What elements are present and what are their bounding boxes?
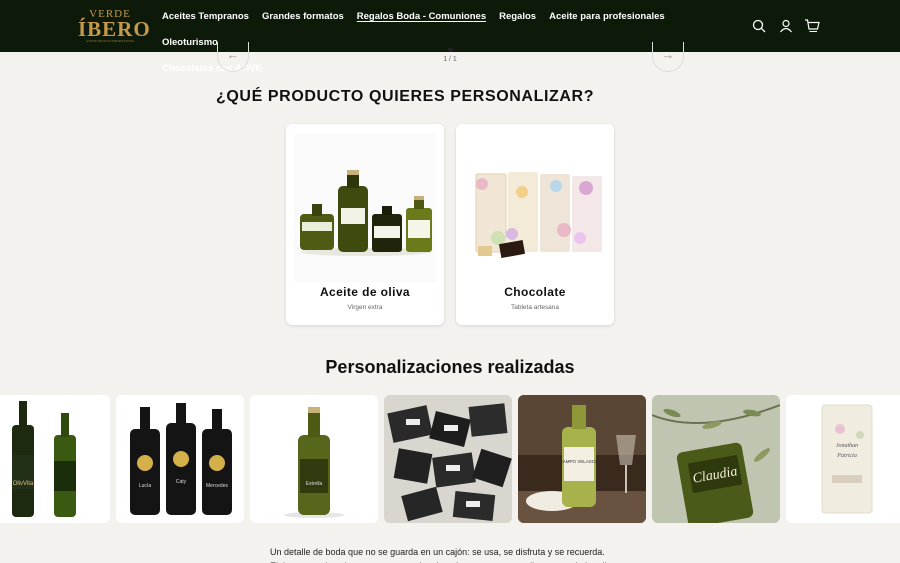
nav-aceite-profesionales[interactable]: Aceite para profesionales	[549, 9, 665, 25]
nav-regalos[interactable]: Regalos	[499, 9, 536, 25]
bottle-label-text: CAMPO VELASCO	[559, 459, 599, 464]
personalize-heading: ¿QUÉ PRODUCTO QUIERES PERSONALIZAR?	[216, 88, 595, 105]
arrow-right-icon: →	[661, 47, 675, 62]
gallery-thumb-1[interactable]: OlivVita	[0, 395, 110, 523]
carousel-pager: 1 / 1	[443, 56, 457, 63]
gallery-thumb-6[interactable]: Claudia	[652, 395, 780, 523]
gallery-thumb-4[interactable]	[384, 395, 512, 523]
realizadas-heading: Personalizaciones realizadas	[325, 357, 575, 377]
single-bottle-image: Estrella	[250, 395, 378, 523]
header-icons	[745, 17, 820, 35]
gallery-description: Un detalle de boda que no se guarda en u…	[270, 547, 629, 563]
site-header: VERDE ÍBERO ACEITE DE OLIVA VIRGEN EXTRA…	[0, 0, 900, 74]
bottle-label-text: Caty	[176, 479, 187, 485]
personalized-pack-image: Jonathan Patricia	[786, 395, 900, 523]
olivvita-bottles-image: OlivVita	[0, 395, 110, 523]
olive-branch-bottle-image: Claudia	[652, 395, 780, 523]
gallery-thumb-5[interactable]: CAMPO VELASCO	[518, 395, 646, 523]
product-card-chocolate[interactable]: Chocolate Tableta artesana	[456, 124, 614, 325]
logo[interactable]: VERDE ÍBERO ACEITE DE OLIVA VIRGEN EXTRA	[78, 9, 151, 44]
search-icon[interactable]	[751, 18, 767, 34]
card-title: Aceite de oliva	[319, 285, 411, 299]
card-subtitle: Virgen extra	[347, 304, 383, 311]
chocolate-bars-image	[464, 134, 606, 282]
nav-grandes-formatos[interactable]: Grandes formatos	[262, 9, 344, 25]
bottle-label-text: Estrella	[306, 481, 323, 487]
arrow-left-icon: ←	[226, 47, 240, 62]
account-icon[interactable]	[778, 18, 794, 34]
card-subtitle: Tableta artesana	[510, 304, 560, 311]
product-card-olive-oil[interactable]: Aceite de oliva Virgen extra	[286, 124, 444, 325]
nav-aceites-tempranos[interactable]: Aceites Tempranos	[162, 9, 249, 25]
nav-regalos-boda-comuniones[interactable]: Regalos Boda - Comuniones	[357, 9, 486, 25]
bottle-label-text: Lucía	[139, 483, 151, 489]
logo-tagline: ACEITE DE OLIVA VIRGEN EXTRA	[86, 39, 134, 43]
card-title: Chocolate	[504, 285, 566, 299]
olive-oil-bottles-image	[294, 134, 436, 282]
bottle-label-text: Jonathan	[836, 443, 858, 449]
real-madrid-bottles-image: Lucía Caty Mercedes	[116, 395, 244, 523]
gallery-thumb-7[interactable]: Jonathan Patricia	[786, 395, 900, 523]
restaurant-bottle-image: CAMPO VELASCO	[518, 395, 646, 523]
gallery-thumb-3[interactable]: Estrella	[250, 395, 378, 523]
bottle-label-text: Mercedes	[206, 483, 228, 489]
nav-oleoturismo[interactable]: Oleoturismo	[162, 35, 218, 51]
bottle-label-text: Patricia	[836, 453, 857, 459]
logo-line-2: ÍBERO	[78, 17, 151, 41]
cart-icon[interactable]	[804, 18, 820, 34]
bottle-label-text: OlivVita	[13, 481, 34, 487]
gallery-thumb-2[interactable]: Lucía Caty Mercedes	[116, 395, 244, 523]
gift-boxes-image	[384, 395, 512, 523]
